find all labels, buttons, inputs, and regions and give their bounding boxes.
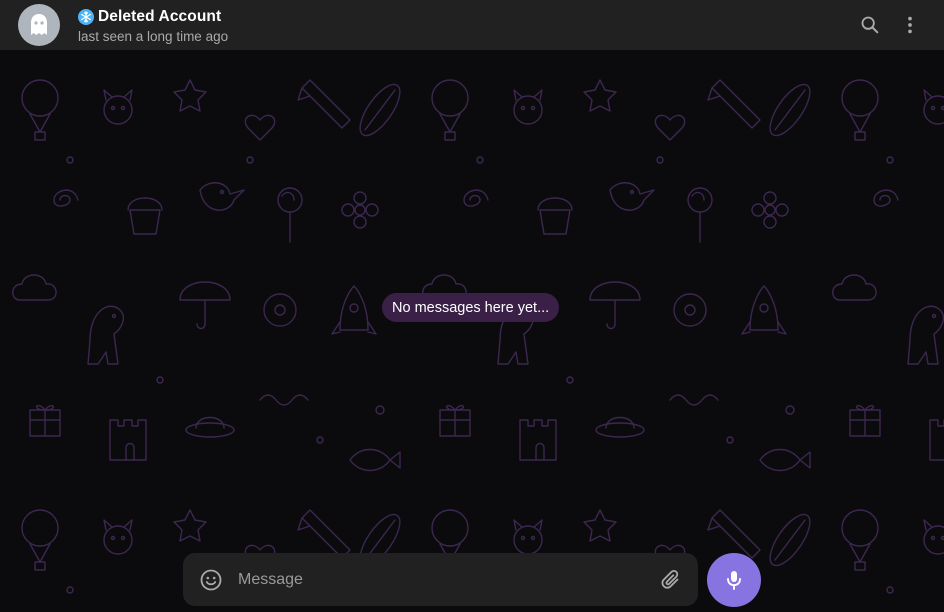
search-button[interactable] xyxy=(850,5,890,45)
more-button[interactable] xyxy=(890,5,930,45)
empty-chat-notice: No messages here yet... xyxy=(382,293,560,322)
chat-background xyxy=(0,50,944,612)
title-row: Deleted Account xyxy=(78,7,228,27)
message-composer xyxy=(183,553,698,606)
last-seen-status: last seen a long time ago xyxy=(78,28,229,44)
voice-record-button[interactable] xyxy=(707,553,761,607)
search-icon xyxy=(861,16,879,34)
more-vertical-icon xyxy=(908,16,912,34)
snowflake-icon xyxy=(78,8,94,25)
paperclip-icon xyxy=(661,569,679,589)
microphone-icon xyxy=(727,571,741,590)
message-input[interactable] xyxy=(238,564,658,595)
peer-info[interactable]: Deleted Account last seen a long time ag… xyxy=(78,7,228,44)
chat-window: Deleted Account last seen a long time ag… xyxy=(0,0,944,612)
ghost-icon xyxy=(31,14,47,35)
avatar[interactable] xyxy=(18,4,60,46)
attach-button[interactable] xyxy=(658,566,686,594)
emoji-icon xyxy=(200,569,222,590)
chat-title: Deleted Account xyxy=(98,7,222,25)
emoji-button[interactable] xyxy=(197,566,225,594)
doodle-pattern xyxy=(0,50,944,612)
chat-header: Deleted Account last seen a long time ag… xyxy=(0,0,944,50)
